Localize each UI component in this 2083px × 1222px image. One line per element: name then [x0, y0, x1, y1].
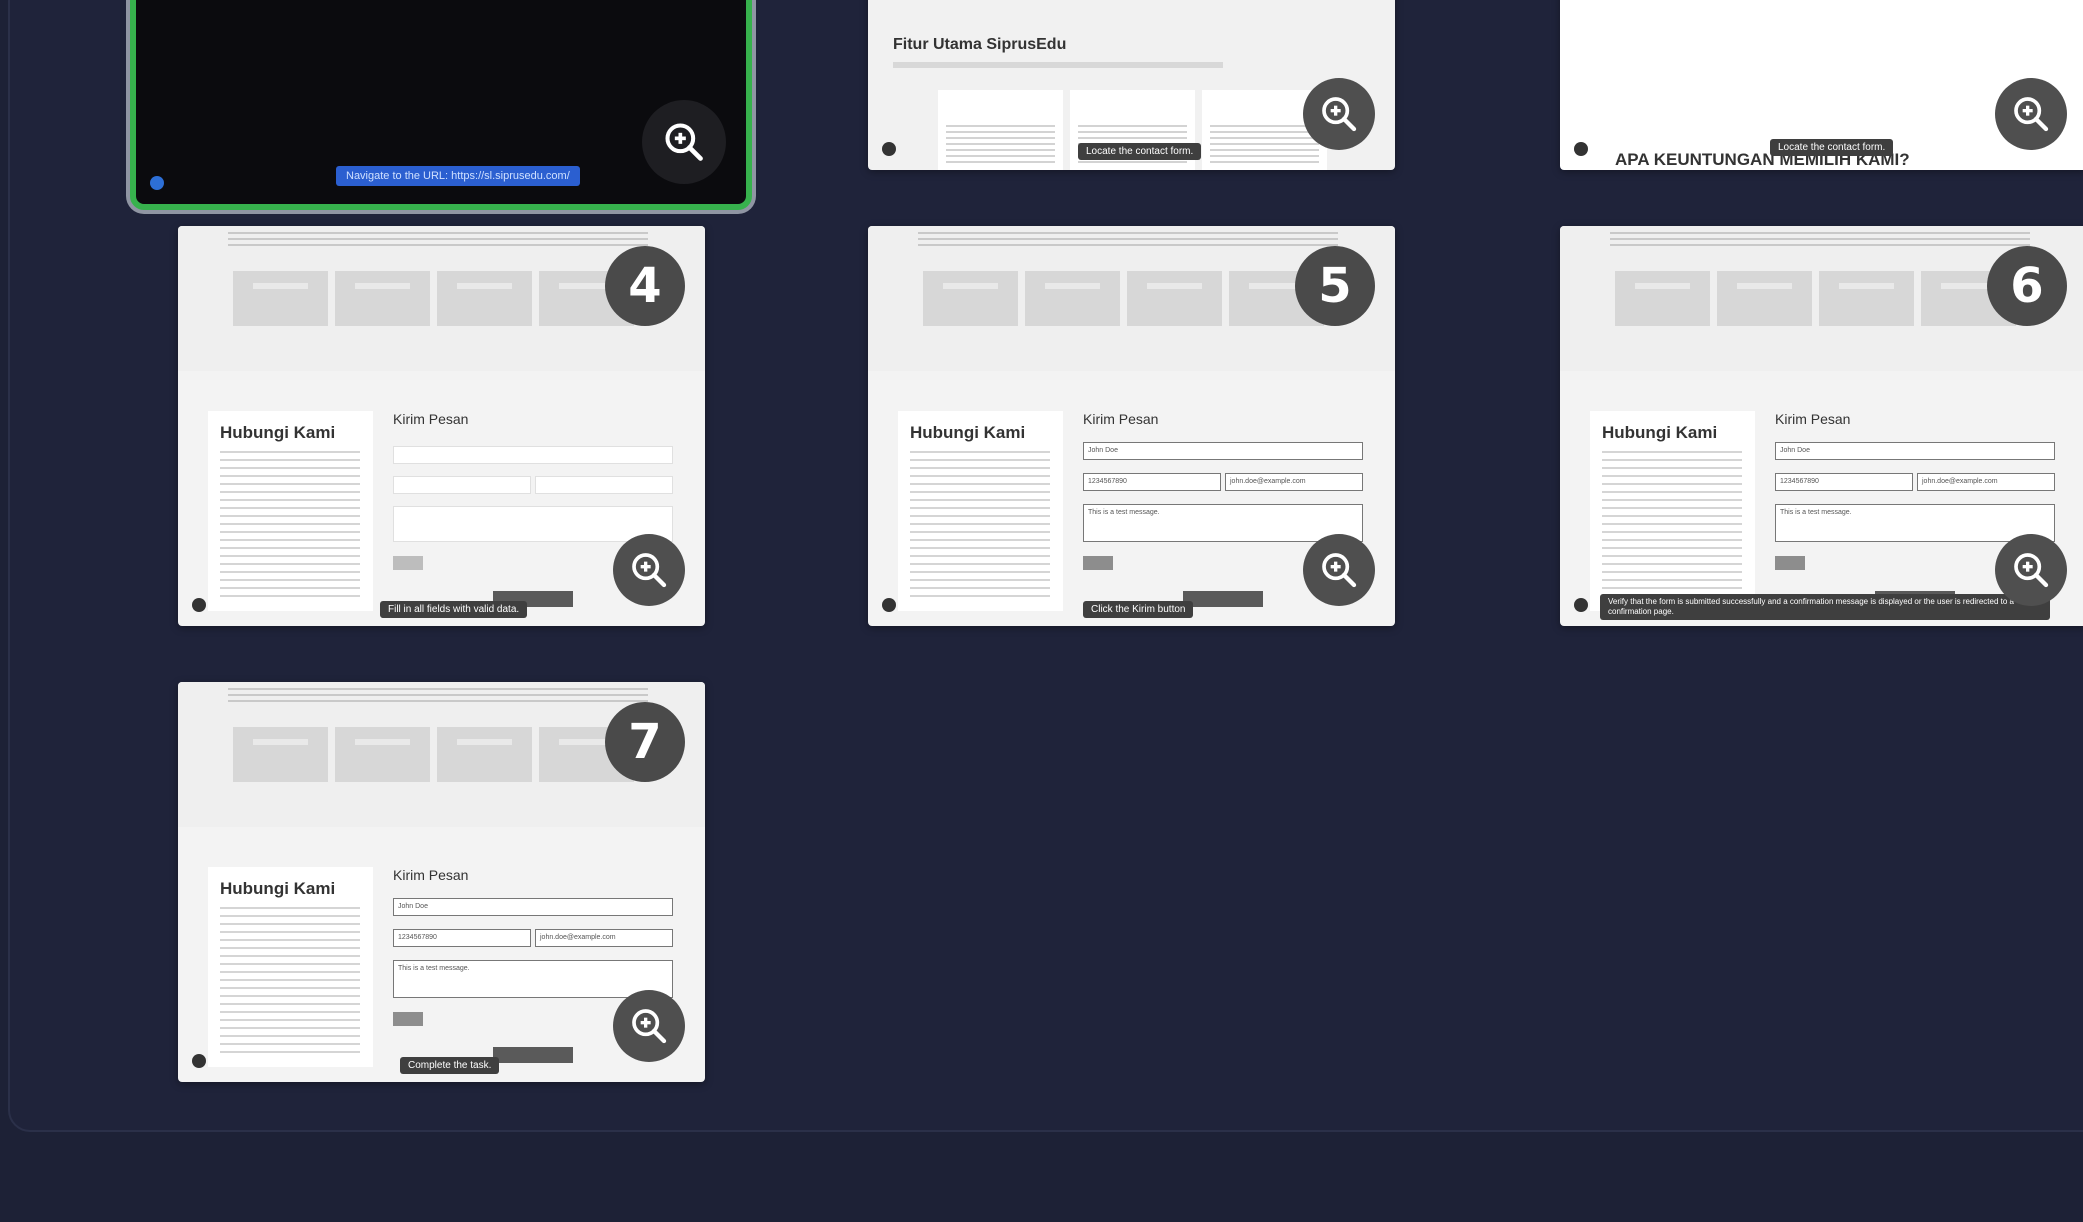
- zoom-in-icon[interactable]: [1995, 534, 2067, 606]
- zoom-in-icon[interactable]: [1995, 78, 2067, 150]
- step-indicator-dot: [882, 598, 896, 612]
- form-heading: Kirim Pesan: [1083, 411, 1159, 427]
- step-indicator-dot: [1574, 142, 1588, 156]
- name-field[interactable]: John Doe: [1083, 442, 1363, 460]
- message-field[interactable]: This is a test message.: [393, 960, 673, 998]
- action-caption: Fill in all fields with valid data.: [380, 601, 528, 618]
- whatsapp-button[interactable]: [1183, 591, 1263, 607]
- step-card-keuntungan[interactable]: APA KEUNTUNGAN MEMILIH KAMI? Locate the …: [1560, 0, 2083, 170]
- step-indicator-dot: [882, 142, 896, 156]
- section-heading: Fitur Utama SiprusEdu: [893, 36, 1067, 53]
- email-field[interactable]: john.doe@example.com: [1225, 473, 1363, 491]
- zoom-in-icon[interactable]: [642, 100, 726, 184]
- step-number-badge: 6: [1987, 246, 2067, 326]
- step-number-badge: 7: [605, 702, 685, 782]
- action-caption: Complete the task.: [400, 1057, 500, 1074]
- message-field[interactable]: [393, 506, 673, 542]
- step-card-4[interactable]: Hubungi Kami Kirim Pesan Fill in all fie…: [178, 226, 705, 626]
- step-indicator-dot: [1574, 598, 1588, 612]
- submit-button[interactable]: [1083, 556, 1113, 570]
- action-caption: Navigate to the URL: https://sl.siprused…: [336, 166, 580, 186]
- action-caption: Click the Kirim button: [1083, 601, 1194, 618]
- step-number-badge: 5: [1295, 246, 1375, 326]
- whatsapp-button[interactable]: [493, 1047, 573, 1063]
- form-heading: Kirim Pesan: [1775, 411, 1851, 427]
- message-field[interactable]: This is a test message.: [1775, 504, 2055, 542]
- phone-field[interactable]: 1234567890: [393, 929, 531, 947]
- phone-field[interactable]: 1234567890: [1083, 473, 1221, 491]
- form-heading: Kirim Pesan: [393, 867, 469, 883]
- action-caption: Locate the contact form.: [1078, 143, 1202, 160]
- name-field[interactable]: John Doe: [393, 898, 673, 916]
- form-heading: Kirim Pesan: [393, 411, 469, 427]
- email-field[interactable]: [535, 476, 673, 494]
- email-field[interactable]: john.doe@example.com: [535, 929, 673, 947]
- contact-heading: Hubungi Kami: [1602, 423, 1718, 442]
- name-field[interactable]: John Doe: [1775, 442, 2055, 460]
- action-caption: Locate the contact form.: [1770, 139, 1894, 156]
- step-indicator-dot: [192, 598, 206, 612]
- submit-button[interactable]: [1775, 556, 1805, 570]
- step-indicator-dot: [150, 176, 164, 190]
- email-field[interactable]: john.doe@example.com: [1917, 473, 2055, 491]
- step-number-badge: 4: [605, 246, 685, 326]
- name-field[interactable]: [393, 446, 673, 464]
- message-field[interactable]: This is a test message.: [1083, 504, 1363, 542]
- step-indicator-dot: [192, 1054, 206, 1068]
- step-card-6[interactable]: Hubungi Kami Kirim Pesan John Doe 123456…: [1560, 226, 2083, 626]
- submit-button[interactable]: [393, 556, 423, 570]
- contact-heading: Hubungi Kami: [910, 423, 1026, 442]
- step-card-fitur[interactable]: Fitur Utama SiprusEdu Locate the contact…: [868, 0, 1395, 170]
- action-caption: Verify that the form is submitted succes…: [1600, 594, 2050, 620]
- zoom-in-icon[interactable]: [1303, 534, 1375, 606]
- phone-field[interactable]: [393, 476, 531, 494]
- contact-heading: Hubungi Kami: [220, 879, 336, 898]
- step-card-7[interactable]: Hubungi Kami Kirim Pesan John Doe 123456…: [178, 682, 705, 1082]
- zoom-in-icon[interactable]: [613, 534, 685, 606]
- zoom-in-icon[interactable]: [1303, 78, 1375, 150]
- step-card-5[interactable]: Hubungi Kami Kirim Pesan John Doe 123456…: [868, 226, 1395, 626]
- step-card-3[interactable]: Navigate to the URL: https://sl.siprused…: [130, 0, 752, 210]
- phone-field[interactable]: 1234567890: [1775, 473, 1913, 491]
- zoom-in-icon[interactable]: [613, 990, 685, 1062]
- submit-button[interactable]: [393, 1012, 423, 1026]
- contact-heading: Hubungi Kami: [220, 423, 336, 442]
